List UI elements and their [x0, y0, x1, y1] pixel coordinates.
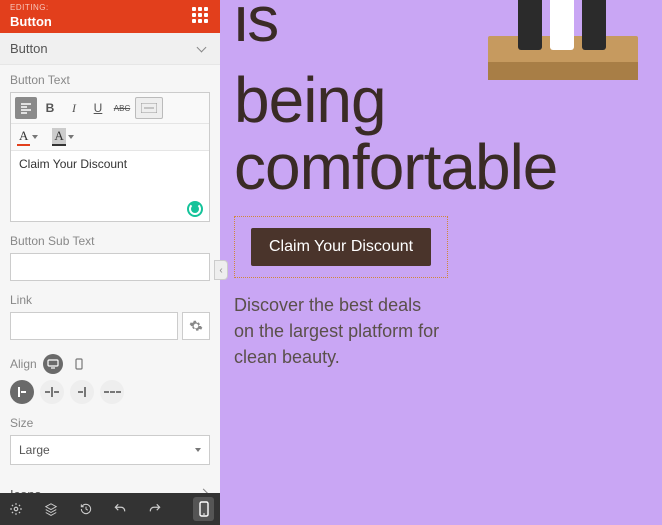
hero-subtext: Discover the best deals on the largest p… [234, 292, 444, 370]
field-align: Align [0, 344, 220, 408]
undo-icon [113, 502, 127, 516]
accordion-icons[interactable]: Icons [0, 479, 220, 493]
editor-sidebar: EDITING: Button Button Button Text B I U… [0, 0, 220, 525]
preview-canvas: is being comfortable Claim Your Discount… [220, 0, 662, 525]
size-label: Size [10, 416, 210, 430]
collapse-handle[interactable]: ‹ [214, 260, 228, 280]
cta-selection-outline[interactable]: Claim Your Discount [234, 216, 448, 278]
rich-text-editor: B I U ABC A A Claim Your Discount [10, 92, 210, 222]
button-sub-text-input[interactable] [10, 253, 210, 281]
footer-undo-button[interactable] [110, 497, 131, 521]
sidebar-footer [0, 493, 220, 525]
sidebar-body: Button Button Text B I U ABC [0, 33, 220, 493]
field-button-sub-text: Button Sub Text [0, 226, 220, 285]
clear-format-button[interactable] [135, 97, 163, 119]
hero-line-1: is [234, 0, 662, 53]
rte-toolbar-colors: A A [11, 124, 209, 151]
editing-element-type: Button [10, 14, 52, 29]
hero-line-3: comfortable [234, 134, 662, 201]
footer-history-button[interactable] [75, 497, 96, 521]
strike-button[interactable]: ABC [111, 97, 133, 119]
size-value: Large [19, 443, 50, 457]
button-sub-text-label: Button Sub Text [10, 234, 210, 248]
device-mobile-toggle[interactable] [69, 354, 89, 374]
link-settings-button[interactable] [182, 312, 210, 340]
button-text-label: Button Text [10, 73, 210, 87]
link-label: Link [10, 293, 210, 307]
footer-mobile-preview-button[interactable] [193, 497, 214, 521]
footer-settings-button[interactable] [6, 497, 27, 521]
field-button-text: Button Text B I U ABC A A [0, 65, 220, 226]
bg-color-button[interactable]: A [52, 128, 73, 146]
grammarly-icon[interactable] [187, 201, 203, 217]
size-select[interactable]: Large [10, 435, 210, 465]
field-size: Size Large [0, 408, 220, 469]
mobile-icon [199, 501, 209, 517]
layers-icon [44, 502, 58, 516]
button-text-value: Claim Your Discount [19, 157, 127, 171]
rte-toolbar: B I U ABC [11, 93, 209, 124]
button-text-input[interactable]: Claim Your Discount [11, 151, 209, 221]
accordion-button-label: Button [10, 41, 48, 56]
text-color-button[interactable]: A [17, 128, 38, 146]
align-choices [10, 380, 210, 404]
link-input[interactable] [10, 312, 178, 340]
app-grid-icon[interactable] [192, 7, 212, 27]
hero-heading: is being comfortable [234, 0, 662, 202]
editing-label: EDITING: [10, 3, 49, 12]
cta-button[interactable]: Claim Your Discount [251, 228, 431, 266]
align-left-button[interactable] [15, 97, 37, 119]
device-desktop-toggle[interactable] [43, 354, 63, 374]
footer-layers-button[interactable] [41, 497, 62, 521]
align-right-choice[interactable] [70, 380, 94, 404]
history-icon [79, 502, 93, 516]
italic-button[interactable]: I [63, 97, 85, 119]
gear-icon [9, 502, 23, 516]
chevron-right-icon [198, 489, 210, 494]
chevron-down-icon [198, 43, 210, 55]
bold-button[interactable]: B [39, 97, 61, 119]
footer-redo-button[interactable] [145, 497, 166, 521]
sidebar-header: EDITING: Button [0, 0, 220, 33]
align-justify-choice[interactable] [100, 380, 124, 404]
chevron-down-icon [195, 448, 201, 452]
align-label: Align [10, 357, 37, 371]
align-left-choice[interactable] [10, 380, 34, 404]
gear-icon [189, 319, 203, 333]
field-link: Link [0, 285, 220, 344]
accordion-button[interactable]: Button [0, 33, 220, 65]
align-center-choice[interactable] [40, 380, 64, 404]
underline-button[interactable]: U [87, 97, 109, 119]
redo-icon [148, 502, 162, 516]
